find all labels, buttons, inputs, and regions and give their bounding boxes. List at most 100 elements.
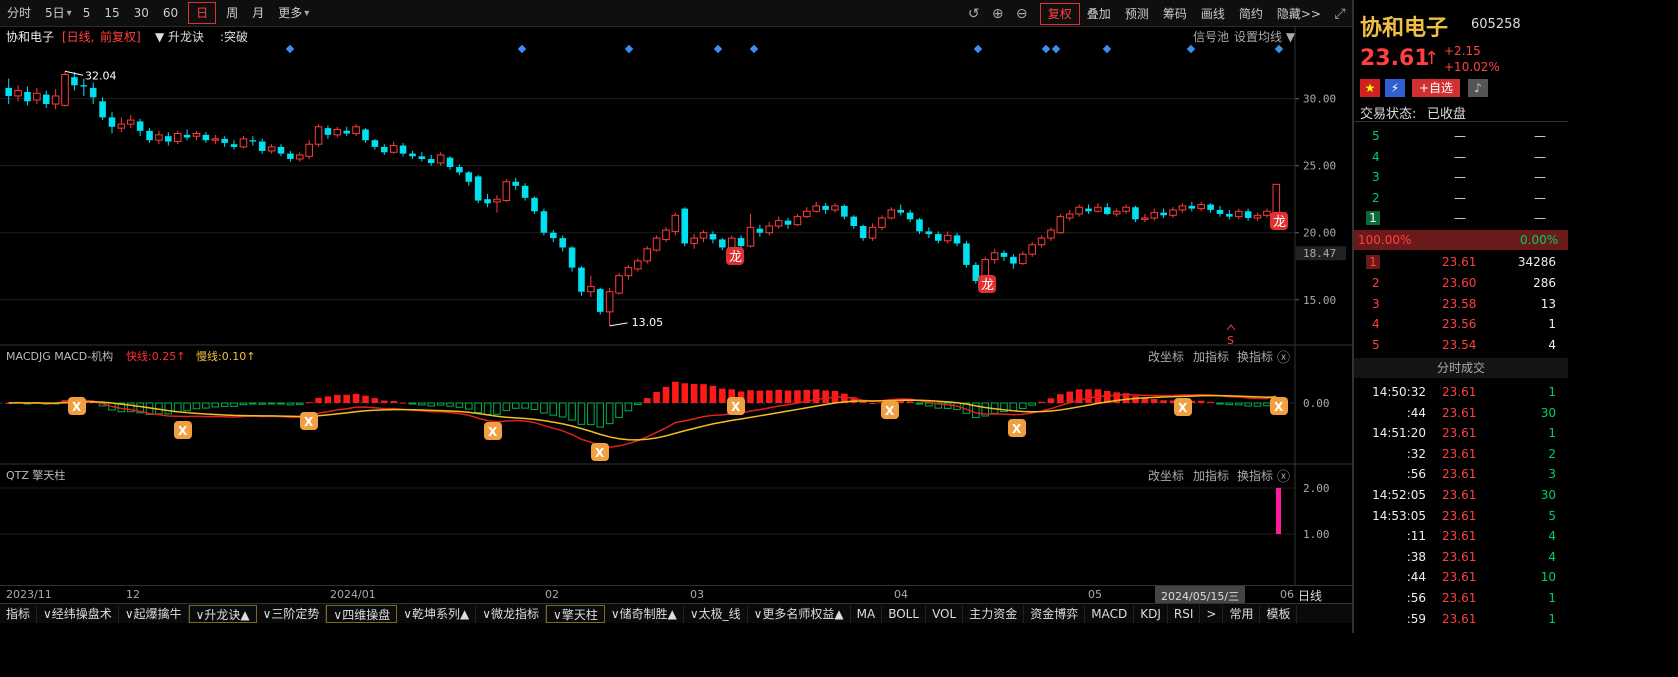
toolbar-btn-0[interactable]: 复权 (1039, 2, 1080, 25)
indicator-tab[interactable]: RSI (1168, 604, 1201, 623)
candle-body (427, 158, 435, 163)
qtz-add-indicator[interactable]: 加指标 (1193, 467, 1229, 484)
ask-row[interactable]: 2 — — (1354, 188, 1570, 208)
macd-change-axis[interactable]: 改坐标 (1148, 348, 1184, 365)
candle-body (550, 232, 557, 239)
ma-settings-link[interactable]: 设置均线 ▼ (1234, 28, 1295, 45)
macd-bar (1234, 402, 1243, 406)
indicator-tab[interactable]: ∨储奇制胜▲ (605, 604, 684, 623)
indicator-tab[interactable]: ∨乾坤系列▲ (397, 604, 477, 623)
toolbar-btn-2[interactable]: 预测 (1118, 4, 1156, 24)
candle-body (71, 77, 78, 86)
qtz-switch-indicator[interactable]: 换指标 (1237, 467, 1273, 484)
indicator-tab[interactable]: ∨经纬操盘术 (37, 604, 119, 623)
candle-body (1263, 210, 1271, 216)
zoom-out-icon[interactable]: ⊖ (1010, 6, 1034, 22)
chart-fq[interactable]: 前复权] (100, 28, 141, 45)
period-tab-8[interactable]: 月 (245, 3, 271, 23)
macd-bar (502, 402, 511, 412)
indicator-tab[interactable]: 指标 (0, 604, 38, 623)
ask-volume: — (1534, 211, 1546, 225)
flag-icon[interactable]: ★ (1360, 79, 1380, 97)
bid-row[interactable]: 2 23.60 286 (1354, 273, 1570, 293)
bid-price: 23.60 (1442, 275, 1477, 290)
trade-row: :56 23.61 1 (1354, 588, 1570, 608)
undo-icon[interactable]: ↺ (962, 6, 986, 22)
chart-area[interactable]: 30.00 25.00 20.00 15.00 18.47 32.04 13.05 龙龙龙 S 0… (0, 27, 1352, 585)
indicator-tab[interactable]: 主力资金 (963, 604, 1025, 623)
signal-pool-link[interactable]: 信号池 (1193, 28, 1229, 45)
add-watchlist-button[interactable]: +自选 (1412, 79, 1460, 97)
indicator-tab[interactable]: 资金博弈 (1024, 604, 1086, 623)
toolbar-btn-5[interactable]: 简约 (1232, 4, 1270, 24)
kline-chart[interactable]: 30.0025.0020.0015.0018.4732.0413.05龙龙龙S0… (0, 27, 1352, 585)
zoom-in-icon[interactable]: ⊕ (986, 6, 1010, 22)
period-tab-2[interactable]: 5 (76, 3, 98, 23)
low-arrow (609, 322, 628, 327)
candle-body (1037, 237, 1046, 246)
candle-body (371, 140, 379, 147)
signal-diamond (517, 44, 527, 54)
indicator-tab[interactable]: > (1200, 604, 1224, 623)
candle-body (587, 285, 595, 293)
indicator-tab[interactable]: ∨三阶定势 (257, 604, 327, 623)
macd-add-indicator[interactable]: 加指标 (1193, 348, 1229, 365)
toolbar-btn-3[interactable]: 筹码 (1156, 4, 1194, 24)
indicator-tab[interactable]: ∨更多名师权益▲ (748, 604, 851, 623)
toolbar-btn-4[interactable]: 画线 (1194, 4, 1232, 24)
indicator-tab[interactable]: KDJ (1134, 604, 1168, 623)
candle-body (108, 117, 116, 127)
period-tab-0[interactable]: 分时 (0, 3, 38, 23)
indicator-tab[interactable]: ∨升龙诀▲ (188, 604, 257, 623)
macd-bar (436, 402, 445, 406)
period-tab-3[interactable]: 15 (97, 3, 126, 23)
close-icon[interactable]: ⓧ (1277, 466, 1290, 485)
macd-bar (399, 402, 407, 404)
period-tab-5[interactable]: 60 (156, 3, 185, 23)
indicator-tab[interactable]: ∨微龙指标 (476, 604, 547, 623)
bell-icon[interactable]: ♪ (1468, 79, 1488, 97)
toolbar-btn-1[interactable]: 叠加 (1080, 4, 1118, 24)
indicator-tab[interactable]: ∨太极_线 (684, 604, 748, 623)
trade-row: 14:52:05 23.61 30 (1354, 485, 1570, 505)
trade-time: :59 (1406, 611, 1426, 626)
macd-bar (624, 402, 633, 412)
indicator-dropdown[interactable]: ▼ 升龙诀 (155, 28, 204, 45)
ask-row[interactable]: 4 — — (1354, 147, 1570, 167)
cross-badge-label: X (178, 424, 188, 438)
bid-row[interactable]: 1 23.61 34286 (1354, 252, 1570, 272)
bid-row[interactable]: 4 23.56 1 (1354, 314, 1570, 334)
macd-bar (822, 390, 829, 403)
ask-row[interactable]: 3 — — (1354, 167, 1570, 187)
close-icon[interactable]: ⓧ (1277, 347, 1290, 366)
candle-body (615, 275, 623, 294)
period-tab-7[interactable]: 周 (219, 3, 245, 23)
indicator-tab[interactable]: BOLL (882, 604, 927, 623)
lightning-icon[interactable]: ⚡ (1385, 79, 1405, 97)
indicator-tab[interactable]: MACD (1085, 604, 1135, 623)
qtz-change-axis[interactable]: 改坐标 (1148, 467, 1184, 484)
macd-bar (183, 402, 191, 412)
indicator-tab[interactable]: MA (851, 604, 883, 623)
candle-body (643, 248, 651, 262)
indicator-tab[interactable]: ∨起爆擒牛 (119, 604, 189, 623)
fullscreen-icon[interactable]: ⤢ (1328, 6, 1352, 22)
candle-body (14, 90, 22, 97)
candle-body (746, 226, 755, 247)
indicator-tab[interactable]: 常用 (1223, 604, 1261, 623)
bid-row[interactable]: 3 23.58 13 (1354, 294, 1570, 314)
indicator-tab[interactable]: ∨四维操盘 (326, 604, 398, 623)
toolbar-btn-6[interactable]: 隐藏>> (1270, 4, 1328, 24)
macd-switch-indicator[interactable]: 换指标 (1237, 348, 1273, 365)
bid-volume: 34286 (1517, 255, 1556, 269)
indicator-tab[interactable]: 模板 (1260, 604, 1298, 623)
indicator-tab[interactable]: ∨擎天柱 (546, 604, 605, 623)
period-tab-4[interactable]: 30 (127, 3, 156, 23)
period-tab-6[interactable]: 日 (188, 2, 217, 24)
trade-row: :56 23.61 3 (1354, 464, 1570, 484)
bid-row[interactable]: 5 23.54 4 (1354, 335, 1570, 355)
indicator-tab[interactable]: VOL (926, 604, 964, 623)
macd-bar (1253, 402, 1262, 407)
ask-row[interactable]: 5 — — (1354, 126, 1570, 146)
ask-row[interactable]: 1 — — (1354, 208, 1570, 228)
